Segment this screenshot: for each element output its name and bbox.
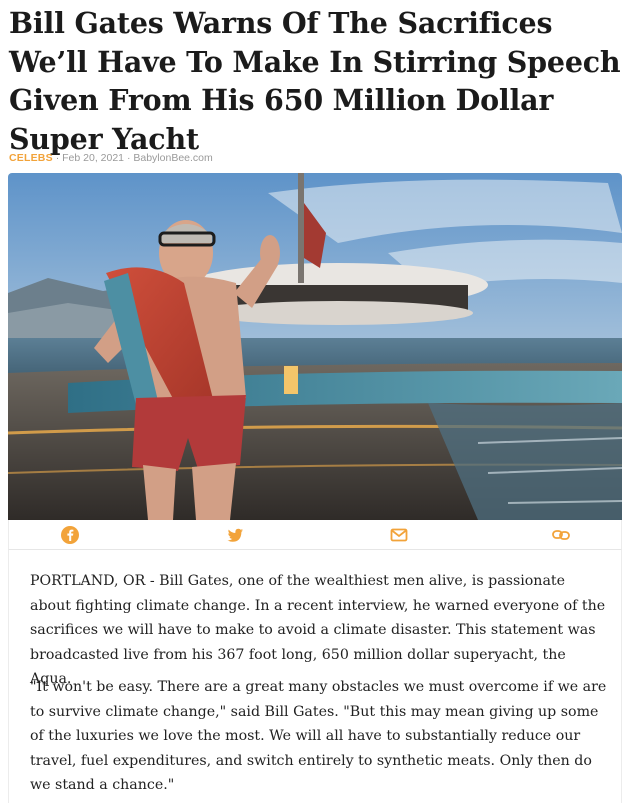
body-paragraph: PORTLAND, OR - Bill Gates, one of the we… (30, 573, 606, 688)
source-name: BabylonBee.com (133, 152, 213, 164)
meta-separator-2: · (124, 152, 134, 164)
article-hero-image (8, 173, 622, 520)
twitter-icon (227, 528, 243, 542)
article-page: Bill Gates Warns Of The Sacrifices We’ll… (0, 0, 634, 803)
link-icon (552, 530, 570, 540)
meta-separator: · (52, 152, 63, 164)
email-share-button[interactable] (388, 524, 410, 546)
article-meta: CELEBS · Feb 20, 2021 · BabylonBee.com (9, 152, 213, 164)
twitter-share-button[interactable] (224, 524, 246, 546)
body-paragraph: "It won't be easy. There are a great man… (30, 679, 607, 794)
facebook-icon (61, 526, 79, 544)
category-link[interactable]: CELEBS (9, 152, 53, 164)
facebook-share-button[interactable] (59, 524, 81, 546)
article-headline: Bill Gates Warns Of The Sacrifices We’ll… (9, 6, 621, 156)
copy-link-button[interactable] (550, 524, 572, 546)
article-body: PORTLAND, OR - Bill Gates, one of the we… (8, 550, 622, 803)
email-icon (390, 528, 408, 542)
share-bar (8, 520, 622, 550)
publish-date: Feb 20, 2021 (62, 152, 125, 164)
